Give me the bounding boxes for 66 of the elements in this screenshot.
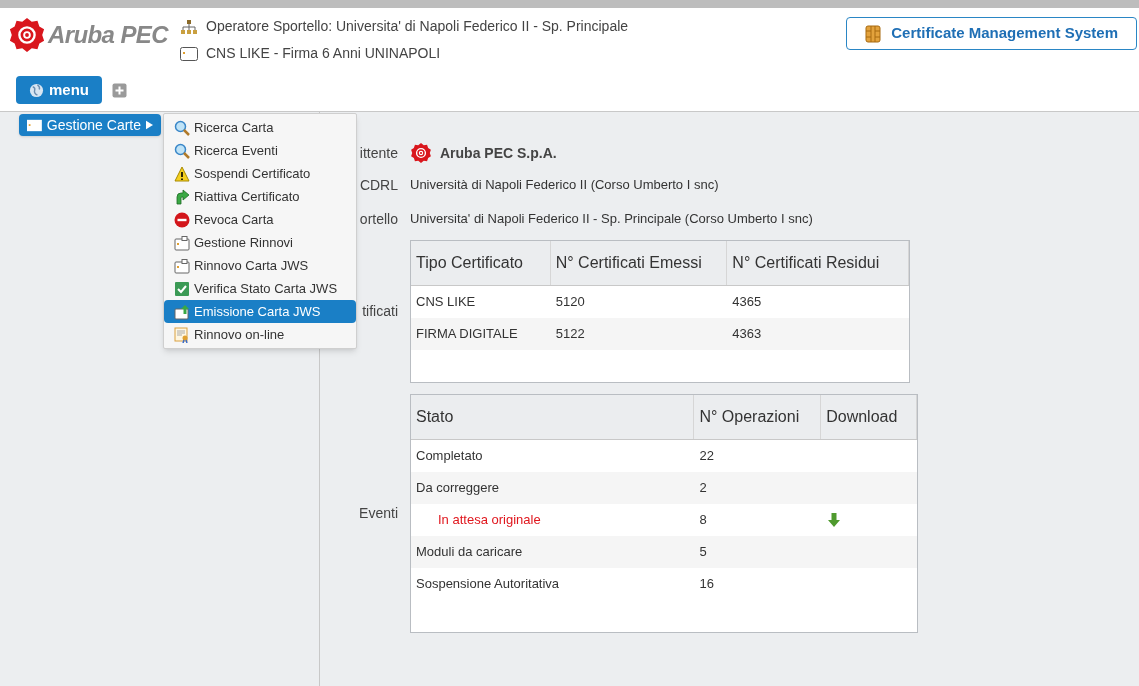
profile-text: CNS LIKE - Firma 6 Anni UNINAPOLI xyxy=(206,44,441,63)
field-label: ortello xyxy=(358,209,399,229)
seal-logo-icon xyxy=(8,16,46,54)
field-label: ittente xyxy=(358,143,399,163)
column-header: N° Certificati Emessi xyxy=(550,241,728,285)
submenu-item[interactable]: Gestione Carte xyxy=(19,114,161,136)
desk-text: Universita' di Napoli Federico II - Sp. Principale (Corso Umberto I snc) xyxy=(410,210,813,229)
table-cell-text: 2 xyxy=(698,479,708,498)
menu-item[interactable]: Verifica Stato Carta JWS xyxy=(164,277,356,300)
menu-item[interactable]: Riattiva Certificato xyxy=(164,185,356,208)
menu-item[interactable]: Gestione Rinnovi xyxy=(164,231,356,254)
card-icon xyxy=(174,234,190,251)
status-cell-text: In attesa originale xyxy=(437,511,542,530)
arrow-icon xyxy=(174,188,190,205)
status-cell-text: Moduli da caricare xyxy=(415,543,524,562)
globe-icon xyxy=(29,82,44,98)
menu-item[interactable]: Ricerca Eventi xyxy=(164,139,356,162)
field-label: tificati xyxy=(361,302,399,321)
certificate-icon xyxy=(174,326,190,343)
magnifier-icon xyxy=(174,119,190,136)
menu-button[interactable]: menu xyxy=(16,76,102,104)
issuer-text: Aruba PEC S.p.A. xyxy=(440,143,557,163)
card-icon xyxy=(174,257,190,274)
menu-item[interactable]: Rinnovo on-line xyxy=(164,323,356,346)
column-header: N° Certificati Residui xyxy=(727,241,909,285)
menu-item[interactable]: Rinnovo Carta JWS xyxy=(164,254,356,277)
table-cell-text: FIRMA DIGITALE xyxy=(415,325,519,344)
card-icon xyxy=(180,46,198,61)
download-arrow-icon[interactable] xyxy=(828,513,841,527)
card-icon xyxy=(27,118,42,132)
table-cell-text: CNS LIKE xyxy=(415,293,477,312)
table-cell-text: 4363 xyxy=(731,325,763,344)
table-cell-text: 5 xyxy=(698,543,708,562)
field-label: CDRL xyxy=(358,175,399,195)
table-cell-text: 16 xyxy=(698,575,715,594)
cdrl-text: Università di Napoli Federico II (Corso Umberto I snc) xyxy=(410,176,719,195)
seal-icon xyxy=(410,142,432,164)
table-cell-text: 22 xyxy=(698,447,715,466)
column-header: Download xyxy=(821,395,917,439)
column-header: N° Operazioni xyxy=(694,395,822,439)
warning-icon xyxy=(174,165,190,182)
table-cell-text: 5122 xyxy=(554,325,586,344)
table-cell-text: 5120 xyxy=(554,293,586,312)
menu-item[interactable]: Sospendi Certificato xyxy=(164,162,356,185)
checkbox-icon xyxy=(174,280,190,297)
logo-text: Aruba PEC xyxy=(48,20,168,50)
status-cell-text: Da correggere xyxy=(415,479,501,498)
magnifier-icon xyxy=(174,142,190,159)
caret-icon xyxy=(146,120,153,130)
chip-icon xyxy=(865,24,882,43)
plus-icon[interactable] xyxy=(112,82,127,98)
menu-item[interactable]: Ricerca Carta xyxy=(164,116,356,139)
field-label: Eventi xyxy=(358,504,399,523)
column-header: Tipo Certificato xyxy=(411,241,551,285)
status-cell-text: Completato xyxy=(415,447,484,466)
card-icon xyxy=(174,303,190,320)
table-cell-text: 8 xyxy=(698,511,708,530)
table-cell-text: 4365 xyxy=(731,293,763,312)
menu-item[interactable]: Revoca Carta xyxy=(164,208,356,231)
system-button[interactable]: Certificate Management System xyxy=(846,17,1137,50)
column-header: Stato xyxy=(411,395,695,439)
status-cell-text: Sospensione Autoritativa xyxy=(415,575,561,594)
menu-item[interactable]: Emissione Carta JWS xyxy=(164,300,356,323)
operator-text: Operatore Sportello: Universita' di Napoli Federico II - Sp. Principale xyxy=(206,17,629,36)
no-entry-icon xyxy=(174,211,190,228)
hierarchy-icon xyxy=(180,18,198,35)
